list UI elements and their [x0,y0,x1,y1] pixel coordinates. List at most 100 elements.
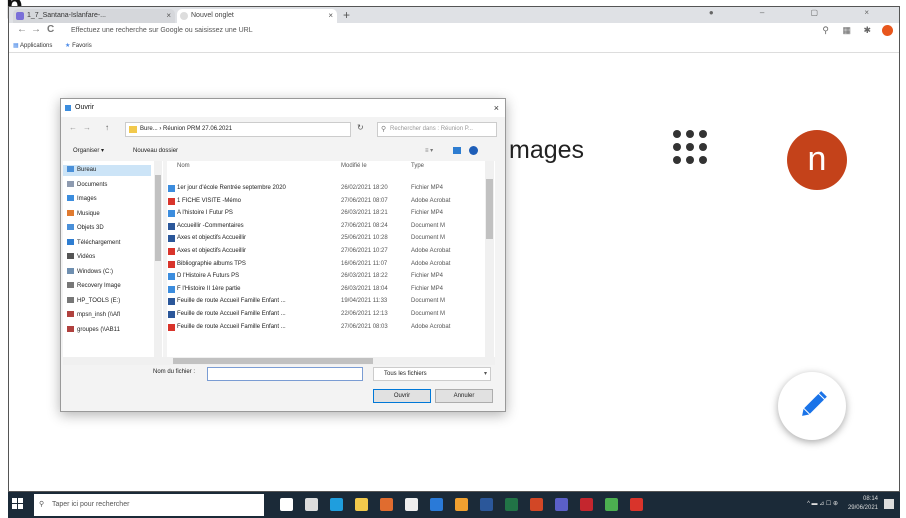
account-avatar[interactable]: n [787,130,847,190]
forward-icon[interactable]: → [83,123,91,132]
scrollbar-thumb[interactable] [486,179,493,239]
new-tab-button[interactable]: + [343,8,350,22]
cancel-button[interactable]: Annuler [435,389,493,403]
customize-button[interactable] [778,372,846,440]
help-icon[interactable] [469,146,478,155]
column-header-type[interactable]: Type [411,163,424,169]
powerpoint-icon[interactable] [530,498,543,511]
file-name: 1er jour d'école Rentrée septembre 2020 [177,185,286,191]
bookmark-applications[interactable]: ▦ Applications [13,39,52,53]
omnibox[interactable]: Effectuez une recherche sur Google ou sa… [71,25,791,37]
task-view-icon[interactable] [305,498,318,511]
clock-date[interactable]: 29/06/2021 [848,505,878,511]
file-name: Accueillir -Commentaires [177,222,244,229]
nav-item[interactable]: Windows (C:) [67,267,113,278]
store-icon[interactable] [405,498,418,511]
file-row[interactable]: 1 FICHE VISITE -Mémo 27/06/2021 08:07 Adob… [167,196,485,207]
column-header-modified[interactable]: Modifié le [341,163,367,169]
close-icon[interactable]: × [166,9,171,23]
forward-button[interactable]: → [31,24,41,35]
window-controls[interactable]: ● – ▢ × [709,8,891,17]
puzzle-icon[interactable]: ✱ [863,25,871,36]
organize-button[interactable]: Organiser ▾ [73,143,104,159]
file-date: 26/03/2021 18:04 [341,285,388,292]
file-row[interactable]: 1er jour d'école Rentrée septembre 2020 2… [167,183,485,194]
nav-item-label: Recovery Image [77,283,121,289]
tab-active[interactable]: Nouvel onglet × [177,9,337,23]
clock-time[interactable]: 08:14 [863,496,878,502]
bookmark-favoris[interactable]: ★ Favoris [65,39,92,53]
open-file-dialog: Ouvrir × ← → ↑ Bure... › Réunion PRM 27.… [60,98,506,412]
file-row[interactable]: Axes et objectifs Accueillir 27/06/2021 1… [167,246,485,257]
taskbar-search[interactable]: ⚲ Taper ici pour rechercher [34,494,264,516]
nav-item[interactable]: Documents [67,180,107,191]
nav-item[interactable]: Bureau [63,165,151,176]
file-row[interactable]: A l'histoire I Futur PS 26/03/2021 18:21 F… [167,208,485,219]
reload-button[interactable]: C [47,24,54,35]
nav-item[interactable]: HP_TOOLS (E:) [67,296,120,307]
file-row[interactable]: Axes et objectifs Accueillir 25/06/2021 1… [167,233,485,244]
back-button[interactable]: ← [17,24,27,35]
up-icon[interactable]: ↑ [105,123,109,132]
file-scrollbar[interactable] [485,161,494,357]
filename-input[interactable] [207,367,363,381]
filetype-select[interactable]: Tous les fichiers ▾ [373,367,491,381]
app-red-icon[interactable] [580,498,593,511]
file-row[interactable]: Feuille de route Accueil Famille Enfant … [167,309,485,320]
dialog-title: Ouvrir × [61,99,505,117]
file-row[interactable]: Bibliographie albums TPS 16/06/2021 11:07… [167,259,485,270]
search-input[interactable]: ⚲ Rechercher dans : Réunion P... [377,122,497,137]
chrome-icon[interactable] [605,498,618,511]
tray-icons[interactable]: ^ ▬ ⊿ ☐ ⊕ [807,500,838,507]
back-icon[interactable]: ← [69,123,77,132]
nav-item-label: HP_TOOLS (E:) [77,297,121,304]
folder-icon [67,325,74,332]
windows-start-icon[interactable] [12,498,24,510]
paint-icon[interactable] [380,498,393,511]
nav-item[interactable]: Musique [67,209,100,220]
close-icon[interactable]: × [328,9,333,23]
cortana-icon[interactable] [280,498,293,511]
file-row[interactable]: D l'Histoire A Futurs PS 26/03/2021 18:22… [167,271,485,282]
profile-avatar[interactable] [882,25,893,36]
zoom-icon[interactable]: ⚲ [822,25,829,36]
nav-item[interactable]: groupes (\\AB11 [67,325,120,336]
close-icon[interactable]: × [494,99,499,117]
view-icon[interactable]: ≡ ▾ [425,143,433,159]
nav-item[interactable]: Objets 3D [67,223,104,234]
file-row[interactable]: F l'Histoire II 1ère partie 26/03/2021 18… [167,284,485,295]
file-row[interactable]: Accueillir -Commentaires 27/06/2021 08:24… [167,221,485,232]
acrobat-icon[interactable] [630,498,643,511]
notifications-icon[interactable] [884,499,894,509]
images-link[interactable]: mages [509,136,584,165]
nav-item[interactable]: Recovery Image [67,281,121,292]
nav-item[interactable]: Images [67,194,97,205]
file-row[interactable]: Feuille de route Accueil Famille Enfant … [167,322,485,333]
open-button[interactable]: Ouvrir [373,389,431,403]
preview-icon[interactable] [453,147,461,154]
file-type: Fichier MP4 [411,273,444,280]
nav-item[interactable]: Vidéos [67,252,95,263]
horizontal-scrollbar[interactable] [63,357,495,365]
edge-icon[interactable] [330,498,343,511]
nav-scrollbar[interactable] [154,161,162,357]
teams-icon[interactable] [555,498,568,511]
new-folder-button[interactable]: Nouveau dossier [133,143,178,159]
excel-icon[interactable] [505,498,518,511]
mail-icon[interactable] [430,498,443,511]
column-header-name[interactable]: Nom [177,163,190,169]
media-icon[interactable] [455,498,468,511]
tab-inactive[interactable]: 1_7_Santana-Islanfare-... × [13,9,175,23]
apps-grid-icon[interactable] [673,130,707,164]
nav-item-label: Images [77,196,97,202]
file-icon [168,248,175,255]
file-explorer-icon[interactable] [355,498,368,511]
nav-item[interactable]: Téléchargement [67,238,120,249]
extensions-icon[interactable]: ▦ [842,25,851,36]
folder-icon [129,126,137,133]
nav-item[interactable]: mpsn_insh (\\Afl [67,310,120,321]
word-icon[interactable] [480,498,493,511]
refresh-icon[interactable]: ↻ [357,123,364,132]
path-breadcrumb[interactable]: Bure... › Réunion PRM 27.06.2021 [125,122,351,137]
file-row[interactable]: Feuille de route Accueil Famille Enfant … [167,296,485,307]
